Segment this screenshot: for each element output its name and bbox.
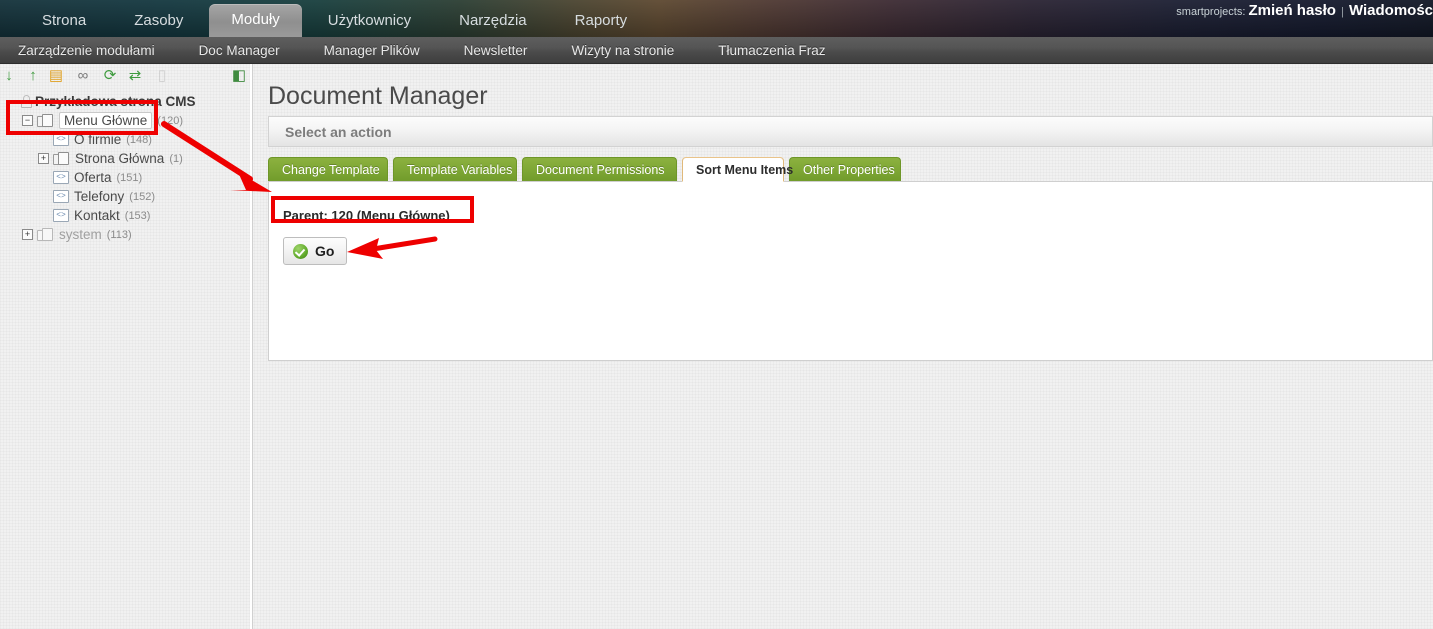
tree-toolbar: ↓ ↑ ▤ ∞ ⟳ ⇄ ▯ ◧ [0,64,250,88]
messages-link[interactable]: Wiadomośc [1349,2,1433,19]
tree-node-label: system [59,227,102,242]
page-icon: <> [53,190,69,203]
tree-node-id: (148) [126,133,152,146]
tab-sort-menu-items[interactable]: Sort Menu Items [682,157,793,182]
folder-icon [53,151,70,166]
main-nav-item-zasoby[interactable]: Zasoby [112,5,205,37]
tree-node-id: (120) [157,114,183,127]
tree-node-label: Przykładowa strona CMS [35,94,196,109]
tab-other-properties[interactable]: Other Properties [789,157,901,182]
sub-nav-item-0[interactable]: Zarządzenie modułami [0,43,177,58]
tree-node-id: (113) [106,228,132,241]
application-window: Strona Zasoby Moduły Użytkownicy Narzędzia Ra… [0,0,1433,629]
content-area: Document Manager Select an action Change… [254,64,1433,629]
new-document-icon[interactable]: ▤ [47,67,65,85]
tree-node[interactable]: + Strona Główna (1) [0,149,250,168]
tree-node-label: Telefony [74,189,125,204]
page-icon: <> [53,171,69,184]
document-tree: Przykładowa strona CMS − Menu Główne (120) <… [0,92,250,244]
delete-icon: ▯ [157,67,167,84]
account-area: smartprojects: Zmień hasło | Wiadomośc [1176,2,1433,19]
tree-node[interactable]: <> O firmie (148) [0,130,250,149]
move-down-icon[interactable]: ↓ [0,67,18,85]
tree-node[interactable]: Przykładowa strona CMS [0,92,250,111]
main-nav-item-u-ytkownicy[interactable]: Użytkownicy [306,5,433,37]
refresh-icon[interactable]: ⟳ [101,67,119,85]
sidebar-divider [250,64,253,629]
main-nav-item-narz-dzia[interactable]: Narzędzia [437,5,549,37]
main-nav-item-raporty[interactable]: Raporty [553,5,650,37]
page-icon: <> [53,209,69,222]
lock-icon [21,94,33,109]
account-separator: | [1341,6,1344,18]
sub-nav-item-5[interactable]: Tłumaczenia Fraz [696,43,847,58]
tree-node-id: (152) [129,190,155,203]
tree-node-label: Oferta [74,170,112,185]
tree-node-id: (153) [124,209,151,222]
main-nav-item-modu-y[interactable]: Moduły [209,4,302,37]
sort-menu-items-panel: Parent: 120 (Menu Główne) Go [268,181,1433,361]
tree-node-id: (151) [116,171,143,184]
tree-node-label: Strona Główna [75,151,165,166]
main-nav-item-strona[interactable]: Strona [20,5,108,37]
tree-expand-icon[interactable]: + [38,153,49,164]
collapse-panel-icon[interactable]: ◧ [230,67,248,85]
main-navigation: Strona Zasoby Moduły Użytkownicy Narzędzia Ra… [0,0,651,37]
shuffle-icon[interactable]: ⇄ [126,67,144,85]
tree-node-label: O firmie [74,132,122,147]
tab-change-template[interactable]: Change Template [268,157,388,182]
tree-node[interactable]: <> Oferta (151) [0,168,250,187]
tab-template-variables[interactable]: Template Variables [393,157,517,182]
go-button[interactable]: Go [283,237,348,265]
sub-nav-item-1[interactable]: Doc Manager [177,43,302,58]
parent-line-label: Parent: 120 (Menu Główne) [283,208,450,223]
change-password-link[interactable]: Zmień hasło [1248,2,1336,19]
tree-node[interactable]: <> Telefony (152) [0,187,250,206]
new-link-icon[interactable]: ∞ [74,67,92,85]
select-action-bar[interactable]: Select an action [268,116,1433,147]
tab-document-permissions[interactable]: Document Permissions [522,157,677,182]
sub-nav-item-2[interactable]: Manager Plików [302,43,442,58]
go-button-label: Go [315,243,335,259]
tab-strip: Change Template Template Variables Documen… [268,157,1433,182]
sub-nav-item-3[interactable]: Newsletter [442,43,550,58]
tree-expand-icon[interactable]: + [22,229,33,240]
select-action-label: Select an action [285,123,392,140]
sub-nav-item-4[interactable]: Wizyty na stronie [549,43,696,58]
tree-node-id: (1) [169,152,183,165]
tree-node-label: Menu Główne [59,112,153,129]
move-up-icon[interactable]: ↑ [24,67,42,85]
folder-icon [37,113,54,128]
tree-node-label: Kontakt [74,208,120,223]
page-icon: <> [53,133,69,146]
green-check-icon [293,243,308,259]
tree-node[interactable]: + system (113) [0,225,250,244]
top-header-bar: Strona Zasoby Moduły Użytkownicy Narzędzia Ra… [0,0,1433,37]
page-title: Document Manager [268,82,488,110]
module-sub-navigation: Zarządzenie modułami Doc Manager Manager P… [0,37,1433,64]
sidebar-tree-panel: ↓ ↑ ▤ ∞ ⟳ ⇄ ▯ ◧ Przykładowa strona CMS − Menu Głó… [0,64,250,629]
account-username: smartprojects: [1176,6,1246,18]
folder-icon [37,227,54,242]
tree-node[interactable]: − Menu Główne (120) [0,111,250,130]
tree-collapse-icon[interactable]: − [22,115,33,126]
tree-node[interactable]: <> Kontakt (153) [0,206,250,225]
